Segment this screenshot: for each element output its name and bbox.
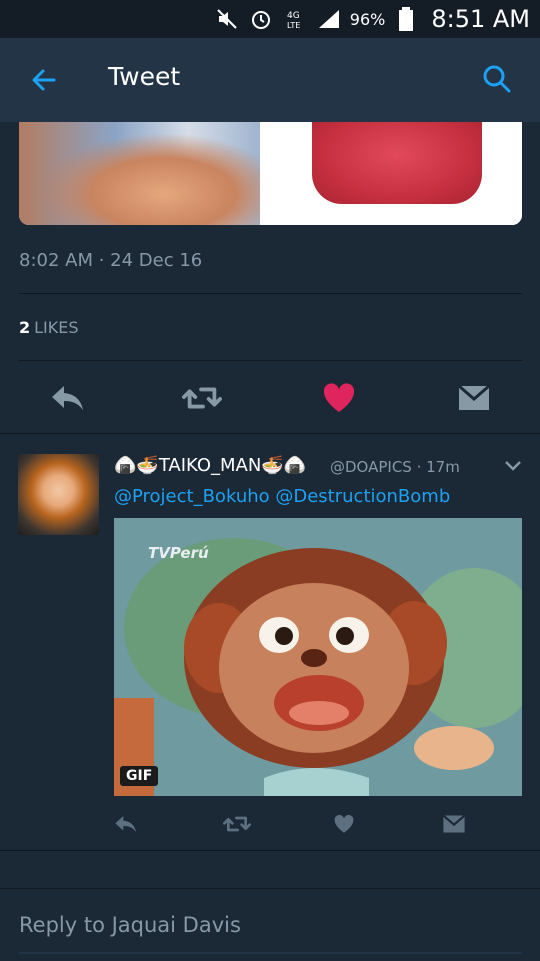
reply-reply-button[interactable] [112,810,140,838]
status-icons: 4G LTE 96% 8:51 AM [214,0,530,38]
media-photo-left [19,122,260,225]
mute-icon [214,6,240,32]
section-divider [0,433,540,434]
heart-icon [334,814,354,833]
reply-author-name[interactable]: 🍙🍜TAIKO_MAN🍜🍙 [114,455,306,476]
gif-badge: GIF [120,766,159,786]
direct-message-button[interactable] [454,378,494,418]
reply-retweet-button[interactable] [223,810,251,838]
reply-like-button[interactable] [330,810,358,838]
red-object [312,122,482,204]
retweet-button[interactable] [182,378,222,418]
tweet-timestamp: 8:02 AM · 24 Dec 16 [19,250,203,271]
reply-mentions[interactable]: @Project_Bokuho @DestructionBomb [114,486,450,507]
likes-number: 2 [19,318,31,337]
reply-compose[interactable]: Reply to Jaquai Davis [0,888,540,961]
media-photo-right [260,122,522,225]
divider [19,360,522,361]
tweet-media[interactable] [19,122,522,225]
retweet-icon [182,387,222,409]
retweet-icon [223,816,251,832]
clock: 8:51 AM [431,5,530,33]
divider [19,293,522,294]
envelope-icon [458,384,490,410]
search-icon [483,65,511,93]
gif-watermark: TVPerú [148,544,209,562]
tweet-menu-button[interactable] [504,458,522,472]
avatar[interactable] [18,454,99,535]
back-button[interactable] [28,64,60,96]
svg-text:4G: 4G [287,11,300,21]
arrow-left-icon [32,69,56,91]
reply-button[interactable] [48,378,88,418]
section-divider [0,850,540,851]
alarm-icon [248,6,274,32]
envelope-icon [442,814,466,833]
battery-percent: 96% [349,9,386,29]
likes-label: LIKES [34,318,79,337]
heart-icon [323,383,355,412]
reply-icon [52,386,83,410]
page-title: Tweet [108,62,181,91]
battery-icon [393,6,419,32]
app-bar: Tweet [0,38,540,122]
chevron-down-icon [505,461,521,471]
gif-media[interactable]: TVPerú GIF [114,518,522,796]
reply-input-underline [19,952,522,954]
signal-icon [316,6,342,32]
reply-icon [115,816,136,832]
network-4g-icon: 4G LTE [282,6,308,32]
reply-author-handle: @DOAPICS · 17m [330,458,460,476]
like-button[interactable] [319,378,359,418]
likes-count[interactable]: 2 LIKES [19,318,79,337]
reply-input[interactable]: Reply to Jaquai Davis [19,913,241,937]
svg-text:LTE: LTE [287,21,300,30]
search-button[interactable] [482,64,512,94]
status-bar: 4G LTE 96% 8:51 AM [0,0,540,38]
reply-dm-button[interactable] [440,810,468,838]
